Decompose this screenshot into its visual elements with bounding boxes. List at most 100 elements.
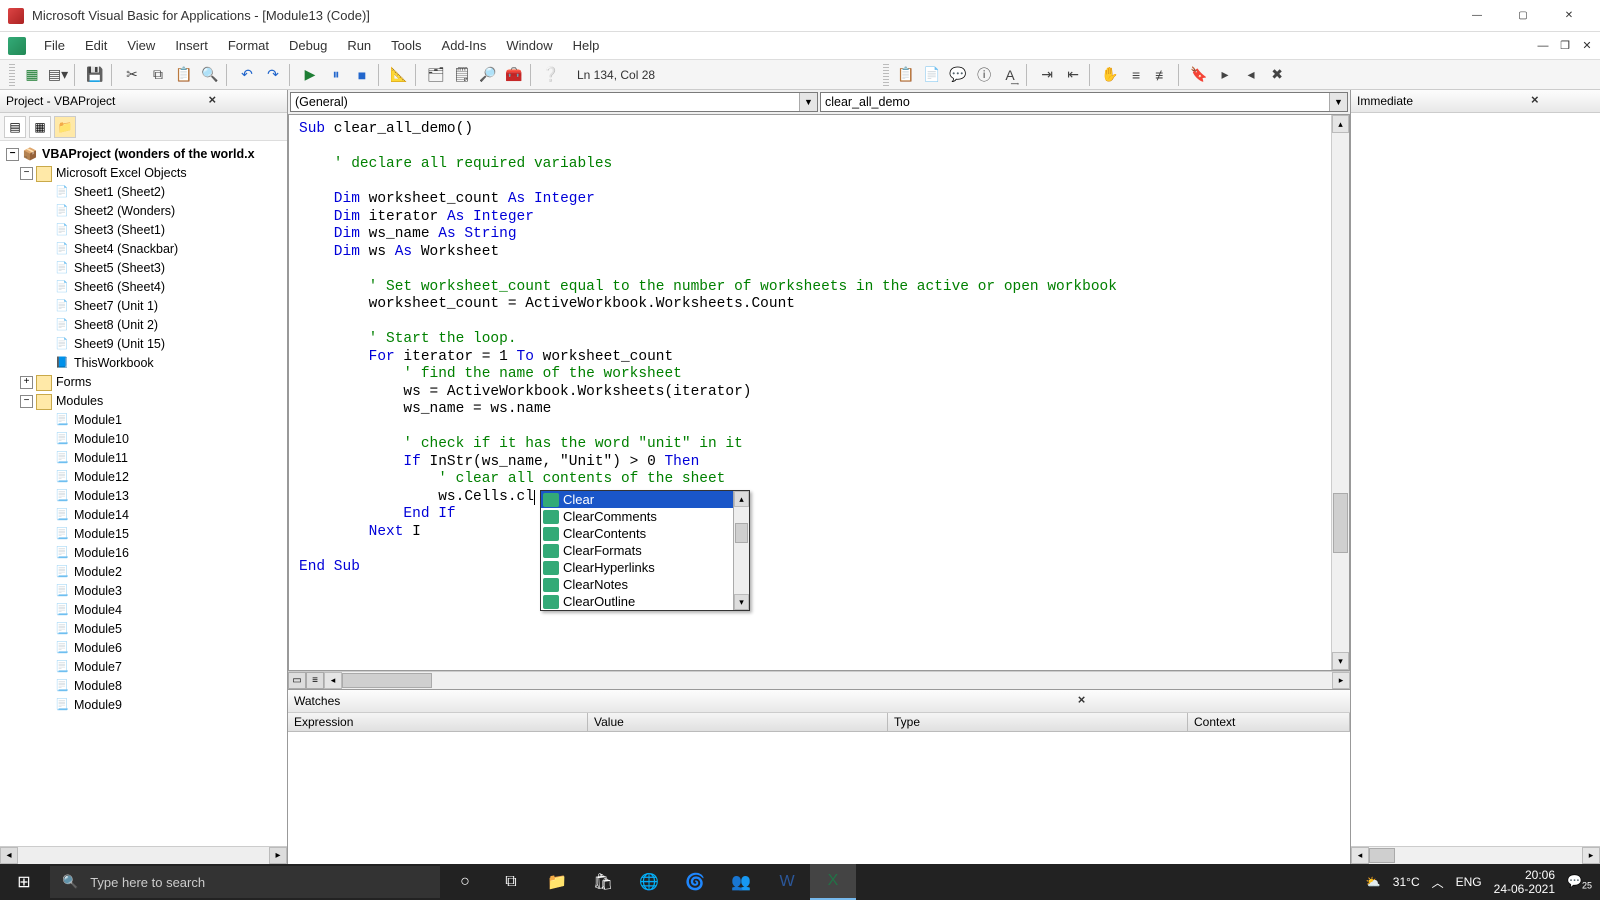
tree-sheet[interactable]: Sheet7 (Unit 1) [74,297,158,316]
scroll-left-icon[interactable]: ◂ [1351,847,1369,864]
tree-module[interactable]: Module4 [74,601,122,620]
menu-file[interactable]: File [36,35,73,56]
project-panel-close[interactable]: × [144,93,282,109]
bookmark-prev-icon[interactable]: ◂ [1239,63,1263,87]
help-icon[interactable]: ❔ [539,63,563,87]
menu-view[interactable]: View [119,35,163,56]
uncomment-block-icon[interactable]: ≢ [1150,63,1174,87]
taskbar-search[interactable]: 🔍 Type here to search [50,866,440,898]
scroll-right-icon[interactable]: ▸ [1332,672,1350,689]
project-hscrollbar[interactable]: ◂ ▸ [0,846,287,864]
word-icon[interactable]: W [764,864,810,900]
temperature[interactable]: 31°C [1393,875,1420,889]
code-editor[interactable]: Sub clear_all_demo() ' declare all requi… [288,114,1350,671]
intellisense-popup[interactable]: ClearClearCommentsClearContentsClearForm… [540,490,750,611]
tree-sheet[interactable]: Sheet8 (Unit 2) [74,316,158,335]
break-icon[interactable]: ⏸ [324,63,348,87]
code-vscrollbar[interactable]: ▴ ▾ [1331,115,1349,670]
list-properties-icon[interactable]: 📋 [894,63,918,87]
tree-forms[interactable]: Forms [56,373,91,392]
file-explorer-icon[interactable]: 📁 [534,864,580,900]
menu-format[interactable]: Format [220,35,277,56]
scroll-left-icon[interactable]: ◂ [0,847,18,864]
paste-icon[interactable]: 📋 [172,63,196,87]
insert-module-icon[interactable]: ▤▾ [46,63,70,87]
tree-module[interactable]: Module3 [74,582,122,601]
object-browser-icon[interactable]: 🔎 [476,63,500,87]
tree-sheet[interactable]: Sheet3 (Sheet1) [74,221,165,240]
menu-help[interactable]: Help [565,35,608,56]
toolbox-icon[interactable]: 🧰 [502,63,526,87]
scroll-thumb[interactable] [735,523,748,543]
undo-icon[interactable]: ↶ [235,63,259,87]
watch-col-type[interactable]: Type [888,713,1188,731]
tree-module[interactable]: Module1 [74,411,122,430]
tree-sheet[interactable]: Sheet1 (Sheet2) [74,183,165,202]
save-icon[interactable]: 💾 [83,63,107,87]
intellisense-scrollbar[interactable]: ▴ ▾ [733,491,749,610]
chevron-down-icon[interactable]: ▼ [1329,93,1347,111]
tree-module[interactable]: Module5 [74,620,122,639]
code-text[interactable]: Sub clear_all_demo() ' declare all requi… [289,115,1331,582]
notifications-icon[interactable]: 💬25 [1567,874,1592,890]
comment-block-icon[interactable]: ≡ [1124,63,1148,87]
view-code-icon[interactable]: ▤ [4,116,26,138]
intellisense-item[interactable]: ClearHyperlinks [541,559,749,576]
intellisense-item[interactable]: ClearNotes [541,576,749,593]
mdi-close[interactable]: ✕ [1578,38,1596,54]
scroll-down-icon[interactable]: ▾ [734,594,749,610]
task-view-icon[interactable]: ⧉ [488,864,534,900]
tree-sheet[interactable]: Sheet5 (Sheet3) [74,259,165,278]
project-explorer-icon[interactable]: 🗂 [424,63,448,87]
tree-project[interactable]: VBAProject (wonders of the world.x [42,145,255,164]
vscroll-thumb[interactable] [1333,493,1348,553]
full-module-view-icon[interactable]: ≡ [306,672,324,689]
tree-thisworkbook[interactable]: ThisWorkbook [74,354,154,373]
list-constants-icon[interactable]: 📄 [920,63,944,87]
tree-excel-objects[interactable]: Microsoft Excel Objects [56,164,187,183]
project-tree[interactable]: −VBAProject (wonders of the world.x −Mic… [0,141,287,846]
watch-col-context[interactable]: Context [1188,713,1350,731]
tree-module[interactable]: Module15 [74,525,129,544]
outdent-icon[interactable]: ⇤ [1061,63,1085,87]
tree-module[interactable]: Module11 [74,449,128,468]
toolbar-grip[interactable] [9,64,15,86]
breakpoint-icon[interactable]: ✋ [1098,63,1122,87]
language-indicator[interactable]: ENG [1456,875,1482,889]
indent-icon[interactable]: ⇥ [1035,63,1059,87]
weather-icon[interactable]: ⛅ [1366,875,1381,889]
procedure-combo[interactable]: clear_all_demo ▼ [820,92,1348,112]
tree-module[interactable]: Module9 [74,696,122,715]
scroll-down-icon[interactable]: ▾ [1332,652,1349,670]
watches-close[interactable]: × [819,693,1344,709]
tree-sheet[interactable]: Sheet6 (Sheet4) [74,278,165,297]
menu-addins[interactable]: Add-Ins [434,35,495,56]
run-icon[interactable]: ▶ [298,63,322,87]
menu-tools[interactable]: Tools [383,35,429,56]
mdi-restore[interactable]: ❐ [1556,38,1574,54]
tray-chevron-icon[interactable]: ︿ [1432,874,1444,891]
bookmark-next-icon[interactable]: ▸ [1213,63,1237,87]
toggle-folders-icon[interactable]: 📁 [54,116,76,138]
copy-icon[interactable]: ⧉ [146,63,170,87]
tree-sheet[interactable]: Sheet2 (Wonders) [74,202,175,221]
watches-body[interactable] [288,732,1350,864]
immediate-hscrollbar[interactable]: ◂ ▸ [1351,846,1600,864]
tree-module[interactable]: Module8 [74,677,122,696]
code-hscrollbar[interactable]: ▭ ≡ ◂ ▸ [288,671,1350,689]
chevron-down-icon[interactable]: ▼ [799,93,817,111]
bookmark-toggle-icon[interactable]: 🔖 [1187,63,1211,87]
view-excel-icon[interactable]: ▦ [20,63,44,87]
menu-debug[interactable]: Debug [281,35,335,56]
watch-col-value[interactable]: Value [588,713,888,731]
intellisense-item[interactable]: Clear [541,491,749,508]
browser-icon[interactable]: 🌐 [626,864,672,900]
redo-icon[interactable]: ↷ [261,63,285,87]
cortana-icon[interactable]: ○ [442,864,488,900]
menu-insert[interactable]: Insert [167,35,216,56]
find-icon[interactable]: 🔍 [198,63,222,87]
intellisense-item[interactable]: ClearContents [541,525,749,542]
procedure-view-icon[interactable]: ▭ [288,672,306,689]
menu-window[interactable]: Window [498,35,560,56]
watch-col-expression[interactable]: Expression [288,713,588,731]
